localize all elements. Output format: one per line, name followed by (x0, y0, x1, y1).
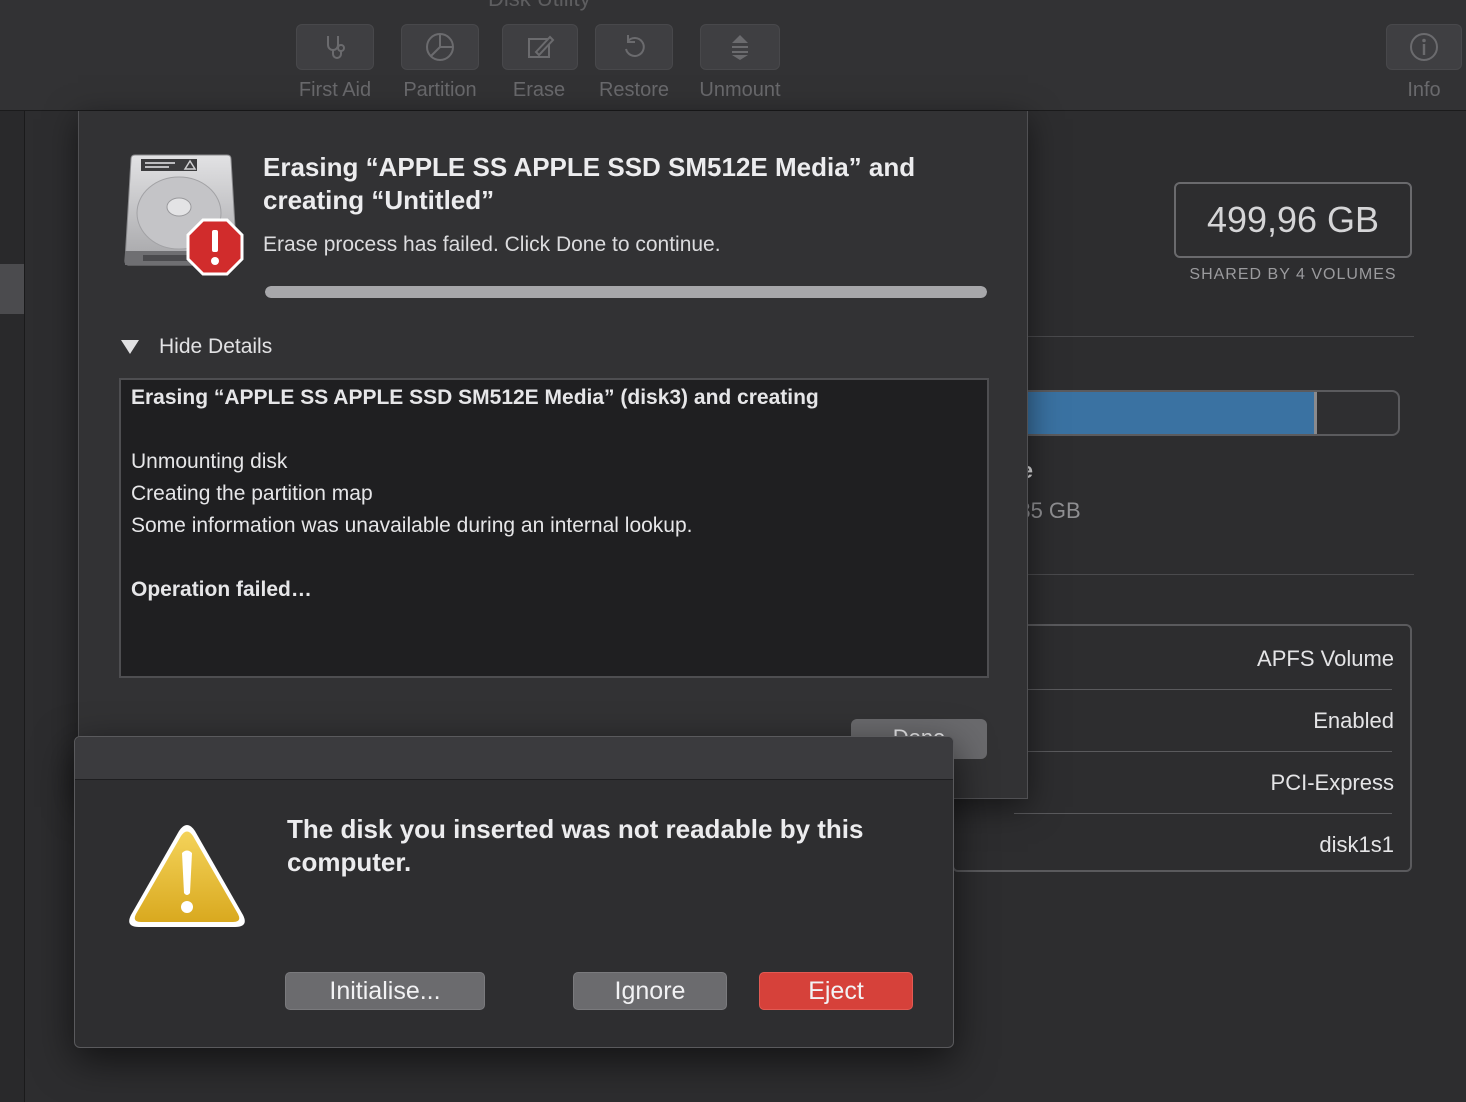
erase-progress-fill (265, 286, 987, 298)
info-value: disk1s1 (1319, 832, 1394, 857)
log-line: Unmounting disk (131, 450, 288, 473)
info-value: Enabled (1313, 708, 1394, 733)
window-title: Disk Utility (488, 0, 591, 12)
divider (1000, 574, 1414, 575)
sidebar (0, 111, 25, 1102)
alert-message: The disk you inserted was not readable b… (287, 814, 864, 877)
log-blank (131, 414, 977, 446)
divider (1000, 336, 1414, 337)
restore-button[interactable]: Restore (594, 24, 674, 102)
stethoscope-icon (327, 36, 345, 59)
info-row-device: disk1s1 (954, 814, 1394, 876)
restore-arrow-icon (625, 35, 645, 57)
disk-capacity: 499,96 GB (1174, 182, 1412, 258)
first-aid-label: First Aid (298, 79, 372, 101)
sidebar-selected-item[interactable] (0, 264, 24, 314)
restore-label: Restore (598, 79, 670, 101)
log-result: Operation failed… (131, 578, 312, 601)
usage-bar-marker (1313, 392, 1317, 434)
log-line: Creating the partition map (131, 482, 373, 505)
pencil-eraser-icon (528, 35, 555, 58)
hide-details-toggle[interactable]: Hide Details (121, 335, 272, 359)
eject-button[interactable]: Eject (759, 972, 913, 1010)
partition-pill[interactable] (401, 24, 479, 70)
first-aid-button[interactable]: First Aid (292, 24, 378, 102)
log-heading: Erasing “APPLE SS APPLE SSD SM512E Media… (131, 386, 819, 409)
erase-label: Erase (512, 79, 566, 101)
info-value: APFS Volume (1257, 646, 1394, 671)
hide-details-label: Hide Details (159, 335, 273, 358)
unmount-label: Unmount (699, 79, 781, 101)
pie-chart-icon (426, 33, 454, 61)
info-icon (1410, 33, 1438, 61)
unmount-button[interactable]: Unmount (692, 24, 788, 102)
info-label: Info (1407, 79, 1441, 101)
partition-button[interactable]: Partition (396, 24, 484, 102)
usage-bar-fill (1002, 392, 1315, 434)
erase-log: Erasing “APPLE SS APPLE SSD SM512E Media… (119, 378, 989, 678)
alert-titlebar (75, 737, 953, 780)
info-pill[interactable] (1386, 24, 1462, 70)
log-line: Some information was unavailable during … (131, 514, 693, 537)
ignore-button[interactable]: Ignore (573, 972, 727, 1010)
usage-bar (1000, 390, 1400, 436)
restore-pill[interactable] (595, 24, 673, 70)
erase-progress-bar (265, 286, 987, 298)
erase-pill[interactable] (502, 24, 578, 70)
toolbar: Disk Utility First Aid Partition Er (0, 0, 1466, 111)
erase-sheet: Erasing “APPLE SS APPLE SSD SM512E Media… (78, 111, 1028, 799)
erase-button[interactable]: Erase (502, 24, 578, 102)
initialise-button[interactable]: Initialise... (285, 972, 485, 1010)
warning-triangle-icon (129, 825, 245, 927)
erase-title: Erasing “APPLE SS APPLE SSD SM512E Media… (263, 152, 916, 215)
info-button[interactable]: Info (1386, 24, 1462, 102)
partition-label: Partition (403, 79, 477, 101)
unreadable-disk-alert: The disk you inserted was not readable b… (74, 736, 954, 1048)
info-value: PCI-Express (1270, 770, 1394, 795)
unmount-icon (732, 35, 748, 60)
first-aid-pill[interactable] (296, 24, 374, 70)
erase-status: Erase process has failed. Click Done to … (263, 233, 721, 256)
log-blank (131, 542, 977, 574)
unmount-pill[interactable] (700, 24, 780, 70)
disclosure-triangle-icon[interactable] (121, 340, 139, 354)
capacity-note: SHARED BY 4 VOLUMES (1189, 266, 1397, 283)
error-badge-icon (186, 218, 244, 276)
